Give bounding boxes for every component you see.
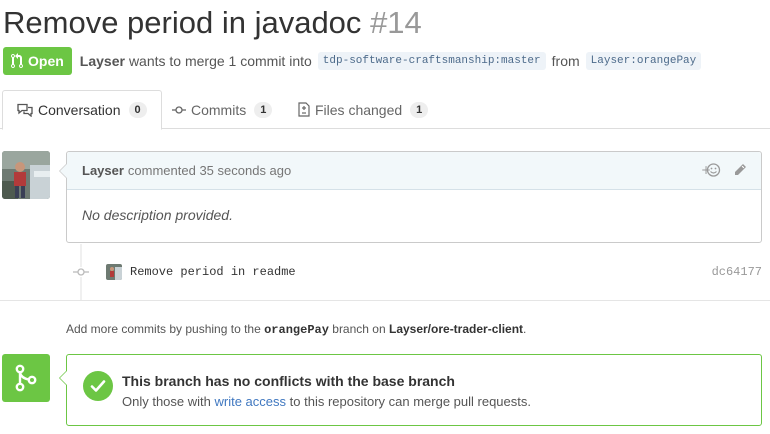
- pr-title-heading: Remove period in javadoc #14: [3, 4, 422, 42]
- git-merge-icon: [2, 354, 50, 402]
- tab-conversation-count: 0: [128, 102, 147, 118]
- git-commit-icon: [172, 105, 186, 115]
- commit-message[interactable]: Remove period in readme: [130, 265, 296, 279]
- commit-row: Remove period in readme dc64177: [72, 262, 762, 282]
- hint-repo: Layser/ore-trader-client: [388, 322, 524, 336]
- commit-sha[interactable]: dc64177: [712, 265, 762, 279]
- comment-body: No description provided.: [82, 207, 233, 223]
- head-ref[interactable]: Layser:orangePay: [585, 52, 702, 70]
- comment-timestamp: commented 35 seconds ago: [127, 163, 292, 178]
- hint-prefix: Add more commits by pushing to the: [66, 322, 261, 336]
- comment-header: Layser commented 35 seconds ago +: [67, 152, 761, 190]
- write-access-link[interactable]: write access: [215, 394, 287, 409]
- tab-commits[interactable]: Commits 1: [158, 90, 286, 129]
- tab-commits-count: 1: [254, 101, 273, 118]
- pr-meta: Open Layser wants to merge 1 commit into…: [3, 47, 707, 75]
- merge-status-box: This branch has no conflicts with the ba…: [59, 354, 762, 426]
- state-label: Open: [28, 53, 64, 69]
- hint-middle: branch on: [332, 322, 386, 336]
- pencil-icon[interactable]: [733, 163, 747, 177]
- from-text: from: [551, 53, 580, 69]
- state-badge: Open: [3, 47, 72, 75]
- comment-discussion-icon: [17, 103, 33, 117]
- merge-status-subtitle: Only those with write access to this rep…: [122, 394, 531, 409]
- tab-conversation[interactable]: Conversation 0: [2, 90, 162, 130]
- merge-status-title: This branch has no conflicts with the ba…: [122, 373, 455, 389]
- author-link[interactable]: Layser: [80, 53, 125, 69]
- comment-actions: +: [689, 162, 747, 178]
- merge-text: wants to merge 1 commit into: [128, 53, 312, 69]
- comment-box: Layser commented 35 seconds ago + No des…: [59, 151, 762, 243]
- tab-conversation-label: Conversation: [38, 102, 121, 118]
- tab-files-changed[interactable]: Files changed 1: [284, 90, 442, 129]
- smiley-add-icon[interactable]: +: [701, 162, 721, 178]
- commit-author-avatar[interactable]: [106, 264, 122, 280]
- tab-files-changed-label: Files changed: [315, 101, 403, 118]
- git-commit-icon: [72, 267, 90, 277]
- file-diff-icon: [298, 102, 310, 117]
- pr-tabs: Conversation 0 Commits 1 Files changed 1: [0, 90, 770, 130]
- pr-title: Remove period in javadoc: [3, 5, 362, 40]
- merge-sub-prefix: Only those with: [122, 394, 211, 409]
- hint-branch: orangePay: [264, 323, 329, 337]
- git-pull-request-icon: [11, 53, 23, 68]
- tab-commits-label: Commits: [191, 101, 247, 118]
- tab-files-changed-count: 1: [410, 101, 429, 118]
- pr-number: #14: [370, 5, 422, 40]
- divider: [0, 300, 770, 301]
- avatar[interactable]: [2, 151, 50, 199]
- merge-sub-suffix: to this repository can merge pull reques…: [289, 394, 531, 409]
- comment-author[interactable]: Layser: [82, 163, 124, 178]
- push-hint: Add more commits by pushing to the orang…: [66, 322, 526, 337]
- base-ref[interactable]: tdp-software-craftsmanship:master: [317, 52, 546, 70]
- check-icon: [83, 371, 113, 401]
- hint-suffix: .: [523, 322, 527, 336]
